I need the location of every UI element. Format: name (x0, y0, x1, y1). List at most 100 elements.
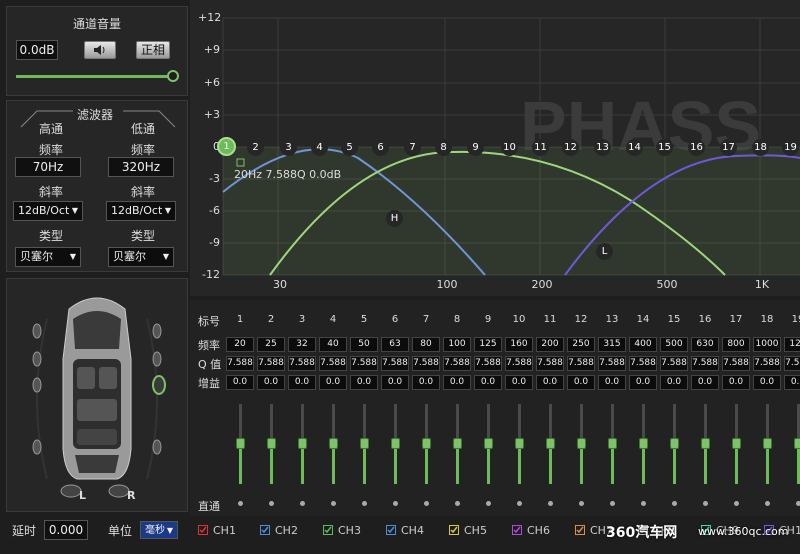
lowpass-type-select[interactable]: 贝塞尔 ▼ (108, 247, 174, 267)
band-bypass-toggle[interactable] (703, 501, 708, 506)
band-gain-slider-knob[interactable] (639, 438, 648, 449)
band-node[interactable]: 3 (280, 139, 297, 156)
band-node[interactable]: 1 (217, 137, 236, 156)
band-freq-field[interactable]: 40 (319, 337, 347, 352)
band-node[interactable]: 8 (435, 139, 452, 156)
checkbox-icon[interactable] (323, 525, 333, 535)
channel-checkbox[interactable]: CH6 (512, 524, 550, 537)
band-gain-field[interactable]: 0.0 (226, 375, 254, 390)
band-freq-field[interactable]: 160 (505, 337, 533, 352)
band-freq-field[interactable]: 100 (443, 337, 471, 352)
lowpass-slope-select[interactable]: 12dB/Oct ▼ (106, 201, 176, 221)
band-freq-field[interactable]: 500 (660, 337, 688, 352)
volume-slider-knob[interactable] (167, 70, 179, 82)
band-node[interactable]: 18 (752, 139, 769, 156)
volume-slider-track[interactable] (16, 75, 176, 78)
band-node[interactable]: 2 (247, 139, 264, 156)
band-node[interactable]: 5 (341, 139, 358, 156)
band-q-field[interactable]: 7.588 (226, 356, 254, 371)
band-node[interactable]: 13 (594, 139, 611, 156)
band-bypass-toggle[interactable] (393, 501, 398, 506)
band-q-field[interactable]: 7.588 (691, 356, 719, 371)
band-gain-slider-knob[interactable] (298, 438, 307, 449)
channel-checkbox[interactable]: CH3 (323, 524, 361, 537)
band-node[interactable]: 4 (311, 139, 328, 156)
band-bypass-toggle[interactable] (610, 501, 615, 506)
band-q-field[interactable]: 7.588 (381, 356, 409, 371)
band-node[interactable]: 12 (562, 139, 579, 156)
band-gain-slider-knob[interactable] (608, 438, 617, 449)
band-q-field[interactable]: 7.588 (474, 356, 502, 371)
band-gain-field[interactable]: 0.0 (319, 375, 347, 390)
band-freq-field[interactable]: 25 (257, 337, 285, 352)
band-gain-field[interactable]: 0.0 (257, 375, 285, 390)
band-bypass-toggle[interactable] (517, 501, 522, 506)
mute-button[interactable] (84, 41, 116, 59)
band-q-field[interactable]: 7.588 (319, 356, 347, 371)
band-node[interactable]: 7 (404, 139, 421, 156)
band-q-field[interactable]: 7.588 (257, 356, 285, 371)
band-gain-field[interactable]: 0.0 (536, 375, 564, 390)
highpass-marker[interactable]: H (386, 210, 403, 227)
band-bypass-toggle[interactable] (362, 501, 367, 506)
checkbox-icon[interactable] (575, 525, 585, 535)
phase-button[interactable]: 正相 (136, 41, 170, 59)
band-freq-field[interactable]: 315 (598, 337, 626, 352)
band-gain-slider-knob[interactable] (267, 438, 276, 449)
band-freq-field[interactable]: 400 (629, 337, 657, 352)
band-bypass-toggle[interactable] (300, 501, 305, 506)
band-q-field[interactable]: 7.588 (288, 356, 316, 371)
band-bypass-toggle[interactable] (734, 501, 739, 506)
band-gain-slider-knob[interactable] (236, 438, 245, 449)
channel-checkbox[interactable]: CH4 (386, 524, 424, 537)
checkbox-icon[interactable] (386, 525, 396, 535)
band-gain-field[interactable]: 0.0 (350, 375, 378, 390)
band-q-field[interactable]: 7.588 (536, 356, 564, 371)
channel-checkbox[interactable]: CH2 (260, 524, 298, 537)
band-q-field[interactable]: 7.588 (784, 356, 800, 371)
band-gain-slider-knob[interactable] (484, 438, 493, 449)
band-q-field[interactable]: 7.588 (567, 356, 595, 371)
gain-value-field[interactable]: 0.0dB (16, 40, 58, 60)
band-q-field[interactable]: 7.588 (722, 356, 750, 371)
band-gain-slider-knob[interactable] (422, 438, 431, 449)
band-gain-field[interactable]: 0.0 (629, 375, 657, 390)
band-q-field[interactable]: 7.588 (629, 356, 657, 371)
band-gain-slider-knob[interactable] (701, 438, 710, 449)
band-bypass-toggle[interactable] (331, 501, 336, 506)
band-gain-field[interactable]: 0.0 (691, 375, 719, 390)
band-freq-field[interactable]: 125 (784, 337, 800, 352)
checkbox-icon[interactable] (260, 525, 270, 535)
band-freq-field[interactable]: 200 (536, 337, 564, 352)
band-bypass-toggle[interactable] (641, 501, 646, 506)
band-gain-slider-knob[interactable] (391, 438, 400, 449)
band-bypass-toggle[interactable] (486, 501, 491, 506)
band-freq-field[interactable]: 1000 (753, 337, 781, 352)
band-gain-slider-knob[interactable] (732, 438, 741, 449)
band-q-field[interactable]: 7.588 (753, 356, 781, 371)
band-gain-slider-knob[interactable] (515, 438, 524, 449)
band-q-field[interactable]: 7.588 (350, 356, 378, 371)
band-gain-field[interactable]: 0.0 (474, 375, 502, 390)
band-freq-field[interactable]: 32 (288, 337, 316, 352)
band-gain-field[interactable]: 0.0 (784, 375, 800, 390)
band-node[interactable]: 19 (782, 139, 799, 156)
lowpass-marker[interactable]: L (596, 243, 613, 260)
band-q-field[interactable]: 7.588 (598, 356, 626, 371)
delay-value-field[interactable]: 0.000 (44, 520, 88, 540)
band-freq-field[interactable]: 125 (474, 337, 502, 352)
lowpass-freq-field[interactable]: 320Hz (108, 157, 174, 177)
highpass-slope-select[interactable]: 12dB/Oct ▼ (13, 201, 83, 221)
band-bypass-toggle[interactable] (796, 501, 800, 506)
band-gain-slider-knob[interactable] (763, 438, 772, 449)
band-gain-field[interactable]: 0.0 (381, 375, 409, 390)
band-gain-field[interactable]: 0.0 (660, 375, 688, 390)
band-gain-field[interactable]: 0.0 (505, 375, 533, 390)
band-bypass-toggle[interactable] (269, 501, 274, 506)
channel-checkbox[interactable]: CH1 (198, 524, 236, 537)
band-bypass-toggle[interactable] (672, 501, 677, 506)
band-freq-field[interactable]: 50 (350, 337, 378, 352)
band-gain-slider-knob[interactable] (453, 438, 462, 449)
checkbox-icon[interactable] (512, 525, 522, 535)
band-gain-slider-knob[interactable] (670, 438, 679, 449)
